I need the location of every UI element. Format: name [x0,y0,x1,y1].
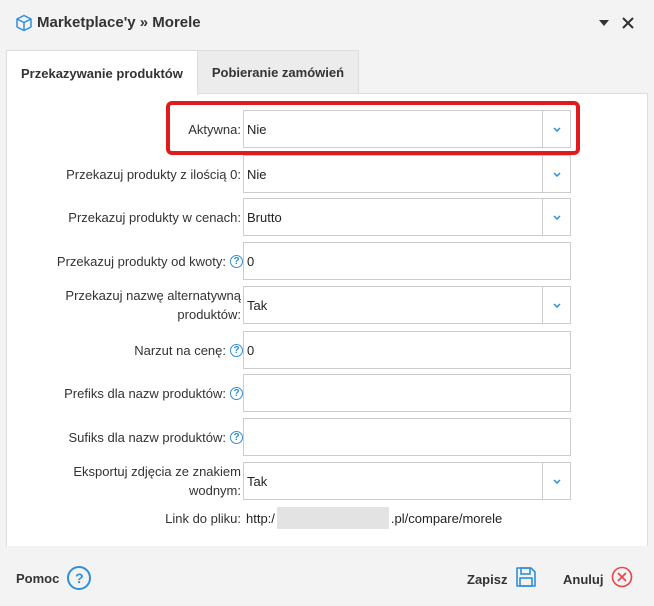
redacted-block [276,507,389,529]
help-icon[interactable]: ? [230,254,243,268]
row-link: Link do pliku: http:/.pl/compare/morele [7,506,647,530]
tab-przekazywanie-produktow[interactable]: Przekazywanie produktów [6,50,198,95]
row-aktywna: Aktywna: Nie [7,110,647,148]
aktywna-label: Aktywna: [188,121,241,137]
help-button[interactable]: Pomoc ? [16,566,92,590]
ceny-select[interactable]: Brutto [243,198,571,236]
kwota-label: Przekazuj produkty od kwoty: ? [57,242,243,280]
chevron-down-icon [542,199,570,235]
help-icon[interactable]: ? [230,430,243,444]
help-icon[interactable]: ? [230,386,243,400]
narzut-input[interactable]: 0 [243,331,571,369]
tab-pobieranie-zamowien[interactable]: Pobieranie zamówień [197,50,360,94]
close-icon [622,17,634,29]
floppy-disk-icon [515,566,537,593]
row-prefiks: Prefiks dla nazw produktów: ? [7,374,647,412]
nazwa-alternatywna-select[interactable]: Tak [243,286,571,324]
nazwa-alternatywna-label: Przekazuj nazwę alternatywną produktów: [65,288,241,322]
cancel-circle-icon [611,566,633,593]
ceny-label: Przekazuj produkty w cenach: [68,209,241,225]
row-nazwa-alternatywna: Przekazuj nazwę alternatywną produktów: … [7,286,647,324]
prefiks-input[interactable] [243,374,571,412]
zdjecia-label: Eksportuj zdjęcia ze znakiem wodnym: [73,464,241,498]
link-label: Link do pliku: [165,510,241,526]
chevron-down-icon [542,287,570,323]
tab-bar: Przekazywanie produktów Pobieranie zamów… [6,50,360,95]
footer: Pomoc ? Zapisz Anuluj [0,546,654,606]
row-narzut: Narzut na cenę: ? 0 [7,331,647,369]
ilosc-zero-select[interactable]: Nie [243,155,571,193]
aktywna-select[interactable]: Nie [243,110,571,148]
row-kwota: Przekazuj produkty od kwoty: ? 0 [7,242,647,280]
help-circle-icon: ? [67,566,92,590]
kwota-input[interactable]: 0 [243,242,571,280]
title-bar: Marketplace'y » Morele [0,0,654,46]
row-ilosc-zero: Przekazuj produkty z ilością 0: Nie [7,155,647,193]
box-icon [15,14,33,32]
dropdown-menu-button[interactable] [596,13,612,33]
help-icon[interactable]: ? [230,343,243,357]
caret-down-icon [599,20,609,26]
chevron-down-icon [542,463,570,499]
close-window-button[interactable] [620,13,636,33]
cancel-button[interactable]: Anuluj [563,566,633,593]
form-panel: Aktywna: Nie Przekazuj produkty z ilości… [6,94,648,546]
save-button[interactable]: Zapisz [467,566,537,593]
row-sufiks: Sufiks dla nazw produktów: ? [7,418,647,456]
ilosc-zero-label: Przekazuj produkty z ilością 0: [66,166,241,182]
chevron-down-icon [542,156,570,192]
sufiks-label: Sufiks dla nazw produktów: ? [68,418,243,456]
row-ceny: Przekazuj produkty w cenach: Brutto [7,198,647,236]
row-zdjecia: Eksportuj zdjęcia ze znakiem wodnym: Tak [7,462,647,500]
zdjecia-select[interactable]: Tak [243,462,571,500]
sufiks-input[interactable] [243,418,571,456]
prefiks-label: Prefiks dla nazw produktów: ? [64,374,243,412]
chevron-down-icon [542,111,570,147]
link-value[interactable]: http:/.pl/compare/morele [246,506,502,530]
window-title: Marketplace'y » Morele [37,14,201,31]
narzut-label: Narzut na cenę: ? [134,331,243,369]
